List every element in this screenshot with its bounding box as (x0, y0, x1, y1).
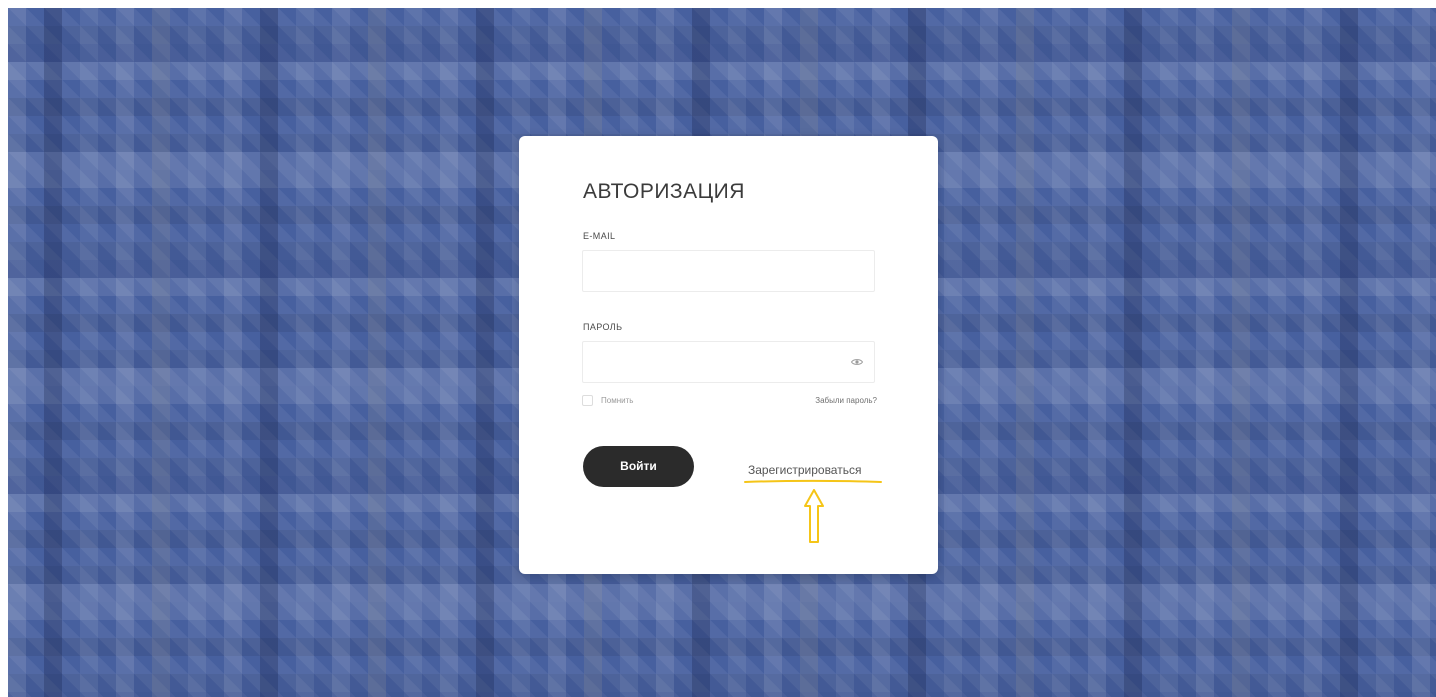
login-button[interactable]: Войти (583, 446, 694, 487)
page-title: АВТОРИЗАЦИЯ (583, 180, 745, 203)
forgot-password-link[interactable]: Забыли пароль? (815, 396, 877, 405)
email-label: E-MAIL (583, 231, 616, 241)
login-screen: АВТОРИЗАЦИЯ E-MAIL ПАРОЛЬ Помнить Забыли… (8, 8, 1436, 697)
remember-option[interactable]: Помнить (582, 395, 633, 406)
eye-icon[interactable] (851, 358, 863, 366)
login-card: АВТОРИЗАЦИЯ E-MAIL ПАРОЛЬ Помнить Забыли… (519, 136, 938, 574)
remember-label: Помнить (601, 396, 634, 405)
password-label: ПАРОЛЬ (583, 322, 623, 332)
email-field[interactable] (582, 250, 875, 292)
password-field[interactable] (582, 341, 875, 383)
register-link[interactable]: Зарегистрироваться (748, 463, 861, 477)
up-arrow-icon (804, 489, 824, 543)
remember-checkbox[interactable] (582, 395, 593, 406)
highlight-underline (744, 479, 882, 483)
